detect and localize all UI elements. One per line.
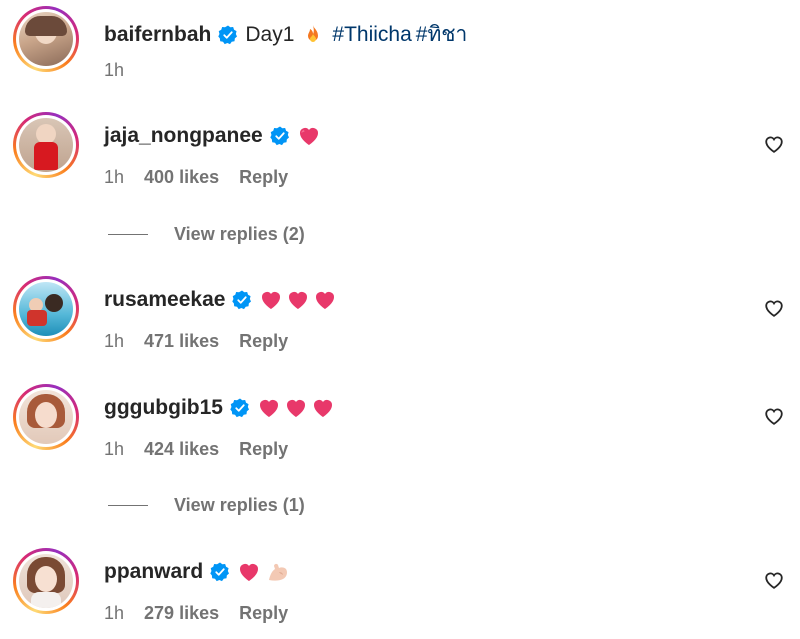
verified-badge-icon [270, 126, 289, 146]
verified-badge-icon [232, 290, 252, 310]
comment-username[interactable]: rusameekae [104, 288, 225, 312]
reply-button[interactable]: Reply [239, 331, 288, 352]
like-count[interactable]: 279 likes [144, 603, 219, 624]
like-count[interactable]: 424 likes [144, 439, 219, 460]
view-replies-label: View replies (1) [174, 495, 305, 515]
comment-time: 1h [104, 439, 125, 459]
verified-badge-icon [210, 562, 230, 582]
comment-time: 1h [104, 331, 125, 351]
reply-button[interactable]: Reply [239, 603, 288, 624]
comment-time: 1h [104, 603, 125, 623]
view-replies-button[interactable]: View replies (1) [108, 495, 305, 516]
divider-line [108, 234, 148, 235]
heart-emoji-icon [260, 400, 278, 417]
avatar[interactable] [13, 6, 79, 72]
heart-emoji-icon [262, 292, 281, 309]
like-count[interactable]: 471 likes [144, 331, 219, 352]
comment-username[interactable]: jaja_nongpanee [104, 124, 263, 148]
caption-time: 1h [104, 60, 125, 80]
heart-emoji-icon [316, 292, 335, 309]
heart-emoji-icon [299, 128, 318, 145]
like-heart-icon[interactable] [763, 569, 785, 591]
avatar[interactable] [13, 384, 79, 450]
heart-emoji-icon [289, 292, 308, 309]
reply-button[interactable]: Reply [239, 167, 288, 188]
view-replies-label: View replies (2) [174, 224, 305, 244]
flexed-biceps-icon [269, 563, 288, 581]
hashtag-thiicha[interactable]: #Thiicha [332, 23, 411, 47]
like-heart-icon[interactable] [763, 297, 785, 319]
avatar[interactable] [13, 548, 79, 614]
hashtag-thai[interactable]: #ทิชา [416, 18, 468, 51]
verified-badge-icon [218, 25, 238, 44]
reply-button[interactable]: Reply [239, 439, 288, 460]
heart-emoji-icon [287, 400, 305, 417]
like-heart-icon[interactable] [763, 405, 785, 427]
heart-emoji-icon [240, 564, 259, 581]
avatar[interactable] [13, 112, 79, 178]
comment-username[interactable]: gggubgib15 [104, 396, 223, 420]
caption-username[interactable]: baifernbah [104, 23, 211, 47]
verified-badge-icon [230, 398, 249, 418]
comment-time: 1h [104, 167, 125, 187]
heart-emoji-icon [314, 400, 332, 417]
divider-line [108, 505, 148, 506]
view-replies-button[interactable]: View replies (2) [108, 224, 305, 245]
comment-username[interactable]: ppanward [104, 560, 203, 584]
like-heart-icon[interactable] [763, 133, 785, 155]
caption-text: Day1 [245, 22, 295, 46]
like-count[interactable]: 400 likes [144, 167, 219, 188]
avatar[interactable] [13, 276, 79, 342]
fire-emoji-icon [308, 24, 319, 42]
